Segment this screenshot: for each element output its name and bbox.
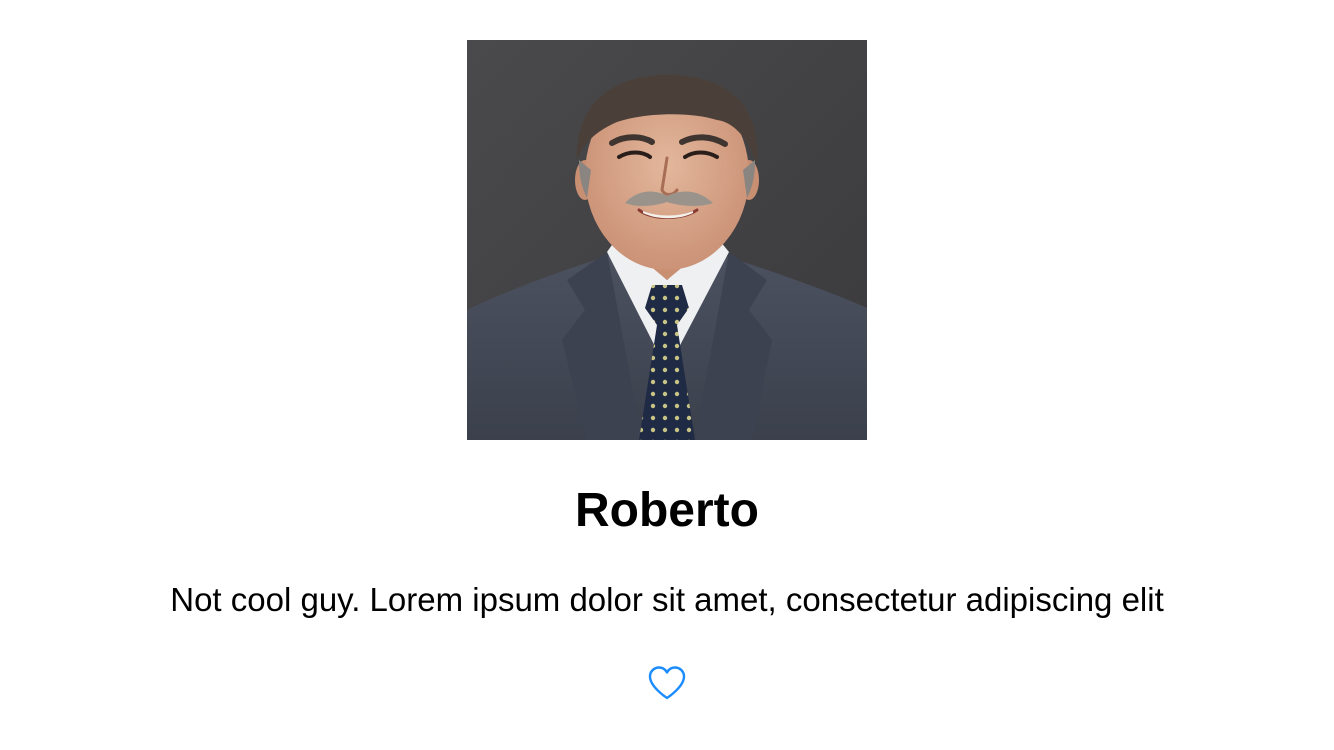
like-button[interactable] [645, 663, 689, 703]
heart-outline-icon [648, 666, 686, 700]
profile-photo [467, 40, 867, 440]
profile-screen: Roberto Not cool guy. Lorem ipsum dolor … [0, 0, 1334, 750]
profile-name: Roberto [575, 484, 759, 537]
profile-description: Not cool guy. Lorem ipsum dolor sit amet… [170, 581, 1164, 618]
